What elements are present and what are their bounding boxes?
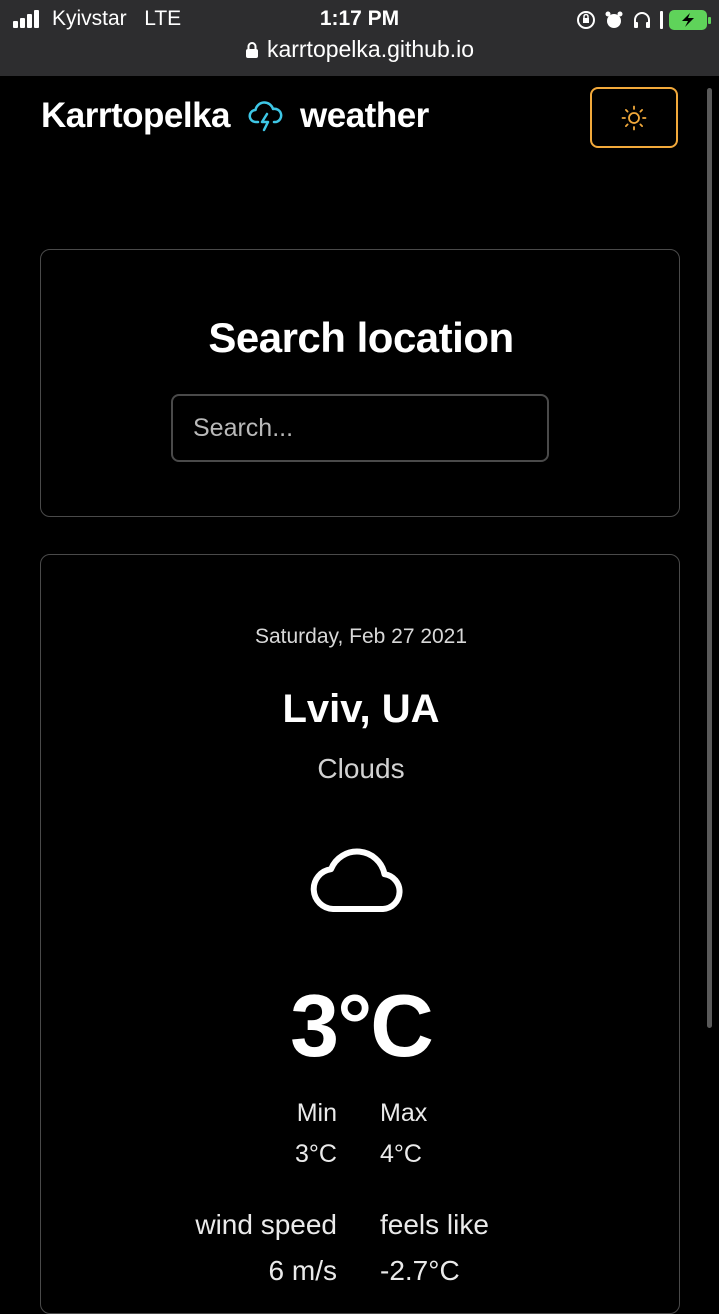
status-bar: Kyivstar LTE 1:17 PM karrtopelka.github.… [0,0,719,76]
max-value: 4°C [380,1140,422,1168]
battery-charging-icon [660,10,711,30]
brand[interactable]: Karrtopelka weather [41,96,429,136]
search-title: Search location [208,314,514,361]
current-temperature: 3°C [290,976,434,1075]
cloud-icon [310,848,403,912]
headphones-icon [634,12,650,28]
feels-like-value: -2.7°C [380,1255,460,1286]
theme-toggle-button[interactable] [590,87,678,148]
url-text: karrtopelka.github.io [266,36,475,62]
lock-icon [245,42,258,58]
wind-speed-value: 6 m/s [268,1255,337,1286]
brand-suffix: weather [300,96,429,135]
brand-name: Karrtopelka [41,96,231,135]
min-value: 3°C [295,1140,337,1168]
scrollbar[interactable] [707,88,712,1028]
weather-condition: Clouds [317,753,405,784]
app-header: Karrtopelka weather [0,76,719,166]
search-input[interactable] [171,394,549,462]
cloud-lightning-icon [248,101,283,132]
max-label: Max [380,1099,428,1127]
weather-card: Saturday, Feb 27 2021 Lviv, UA Clouds 3°… [40,554,680,1314]
wind-speed-label: wind speed [195,1209,337,1240]
url-bar[interactable]: karrtopelka.github.io [0,36,719,66]
feels-like-label: feels like [380,1209,489,1240]
orientation-lock-icon [577,11,595,29]
sun-icon [621,105,647,130]
weather-city: Lviv, UA [282,687,440,731]
min-label: Min [296,1099,337,1127]
weather-date: Saturday, Feb 27 2021 [254,625,468,648]
alarm-icon [605,11,623,28]
search-card: Search location [40,249,680,517]
